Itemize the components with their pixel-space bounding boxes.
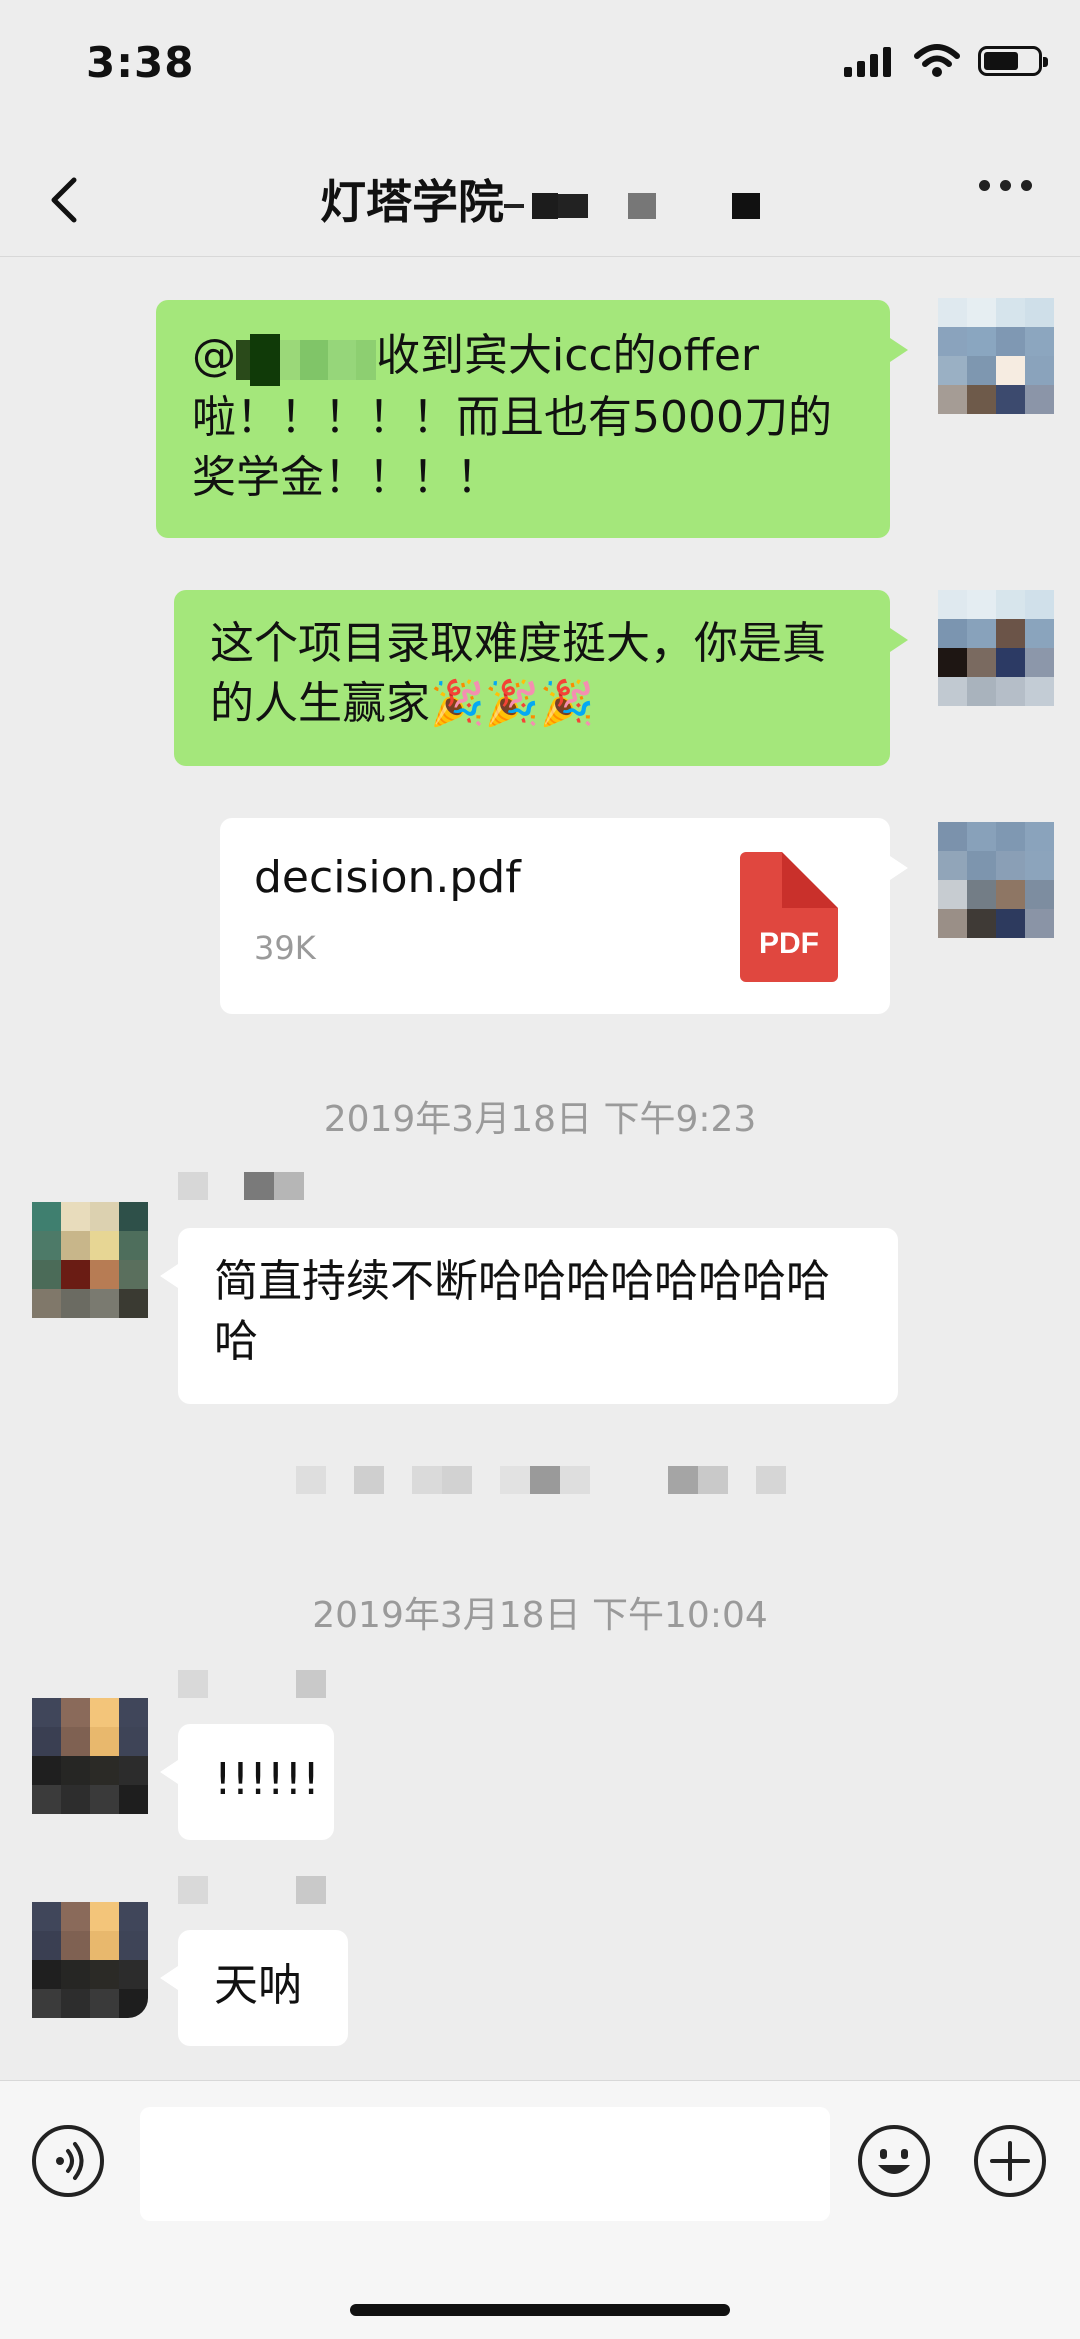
redacted-block [504,203,524,208]
message-text: 简直持续不断哈哈哈哈哈哈哈哈哈 [214,1256,830,1367]
pdf-icon-label: PDF [759,927,819,960]
redacted-block [532,192,558,219]
sender-avatar[interactable] [32,1202,148,1318]
chat-title: 灯塔学院 [0,166,1080,232]
redacted-sender-name [178,1670,326,1698]
redacted-sender-name [178,1172,304,1200]
chat-header: 灯塔学院 [0,140,1080,257]
input-bar [0,2080,1080,2339]
my-avatar[interactable] [938,298,1054,414]
sender-avatar[interactable] [32,1698,148,1814]
message-bubble[interactable]: !!!!!! [160,1724,334,1840]
file-message-card[interactable]: decision.pdf 39K PDF [220,818,908,1014]
voice-icon[interactable] [32,2125,104,2197]
message-text: 天呐 [214,1960,302,2011]
message-text: !!!!!! [214,1754,320,1805]
redacted-block [732,192,760,219]
status-time: 3:38 [86,38,195,87]
message-bubble[interactable]: 天呐 [160,1930,348,2046]
wifi-icon [914,44,960,77]
redacted-sender-name [178,1876,326,1904]
timestamp: 2019年3月18日 下午10:04 [312,1595,768,1636]
redacted-system-notice [296,1466,786,1494]
home-indicator[interactable] [350,2304,730,2316]
chat-title-text: 灯塔学院 [320,175,504,229]
signal-icon [844,47,891,77]
add-icon[interactable] [974,2125,1046,2197]
file-size: 39K [254,929,316,967]
status-icons [844,44,1048,78]
pdf-file-icon: PDF [740,852,838,982]
emoji-icon[interactable] [858,2125,930,2197]
message-text: 这个项目录取难度挺大，你是真的人生赢家🎉🎉🎉 [210,618,826,729]
battery-icon [978,46,1048,76]
mention-at: @ [192,330,236,381]
redacted-mention [236,328,376,388]
message-bubble[interactable]: 简直持续不断哈哈哈哈哈哈哈哈哈 [160,1228,898,1404]
redacted-block [628,192,656,219]
file-name: decision.pdf [254,852,521,903]
timestamp: 2019年3月18日 下午9:23 [323,1099,757,1140]
message-bubble[interactable]: @ 收到宾大icc的offer啦！！！！！而且也有5000刀的奖学金！！！！ [156,300,908,538]
my-avatar[interactable] [938,822,1054,938]
message-input[interactable] [140,2107,830,2221]
sender-avatar[interactable] [32,1902,148,2018]
redacted-block [558,193,588,218]
more-dots-icon[interactable] [979,180,1032,191]
my-avatar[interactable] [938,590,1054,706]
message-bubble[interactable]: 这个项目录取难度挺大，你是真的人生赢家🎉🎉🎉 [174,590,908,766]
